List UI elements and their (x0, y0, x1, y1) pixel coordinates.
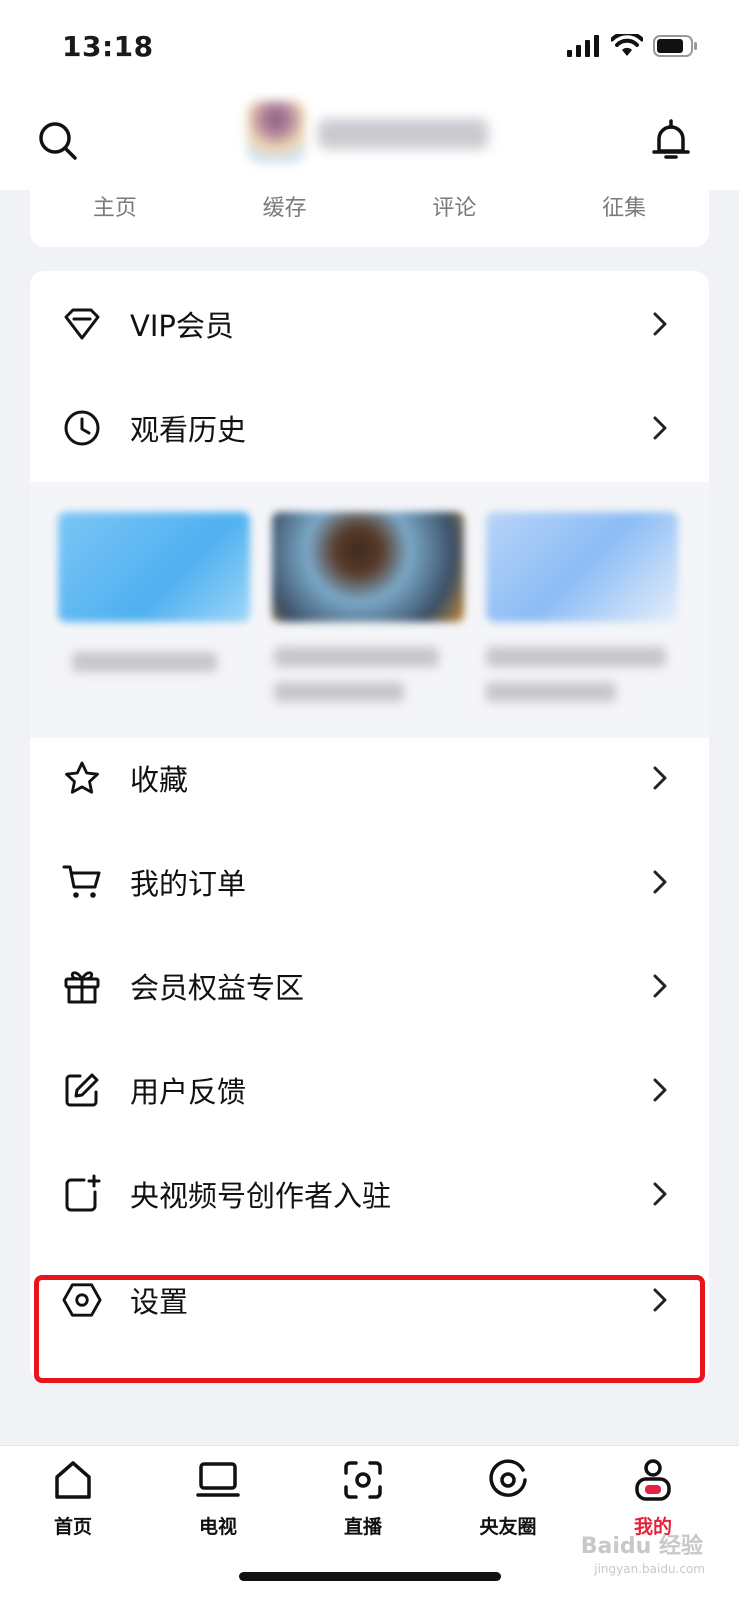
history-title-blurred (274, 647, 439, 667)
tv-icon (196, 1458, 240, 1502)
status-time: 13:18 (62, 30, 154, 63)
diamond-icon (62, 304, 102, 344)
edit-icon (62, 1070, 102, 1110)
chevron-right-icon (649, 1078, 671, 1102)
menu-label-history: 观看历史 (130, 413, 247, 447)
menu-label-feedback: 用户反馈 (130, 1075, 247, 1109)
history-title-blurred (486, 647, 666, 667)
live-icon (341, 1458, 385, 1502)
history-thumbnail[interactable] (486, 512, 678, 622)
battery-icon (653, 35, 697, 57)
chevron-right-icon (649, 1182, 671, 1206)
tab-label: 直播 (343, 1516, 382, 1538)
home-icon (51, 1458, 95, 1502)
circle-icon (486, 1458, 530, 1502)
profile-tab-comments[interactable]: 评论 (370, 190, 540, 222)
profile-tab-home[interactable]: 主页 (30, 190, 200, 222)
chevron-right-icon (649, 974, 671, 998)
watermark-url: jingyan.baidu.com (594, 1562, 705, 1576)
search-button[interactable] (32, 115, 84, 167)
cellular-signal-icon (567, 35, 599, 57)
tab-live[interactable]: 直播 (308, 1458, 418, 1548)
history-title-blurred (274, 682, 404, 702)
avatar[interactable] (247, 101, 305, 163)
menu-label-benefits: 会员权益专区 (130, 971, 305, 1005)
menu-label-creator: 央视频号创作者入驻 (130, 1179, 392, 1213)
home-indicator[interactable] (239, 1572, 501, 1581)
history-title-blurred (72, 652, 217, 672)
chevron-right-icon (649, 766, 671, 790)
tab-label: 央友圈 (479, 1516, 537, 1538)
tab-label: 首页 (53, 1516, 92, 1538)
username-blurred (318, 119, 488, 149)
wifi-icon (611, 34, 643, 56)
bell-icon (652, 119, 690, 159)
menu-label-favorites: 收藏 (130, 763, 189, 797)
add-square-icon (62, 1174, 102, 1214)
menu-item-creator[interactable]: 央视频号创作者入驻 (30, 1141, 709, 1247)
profile-stats-card: 主页 缓存 评论 征集 (30, 175, 709, 247)
search-icon (39, 122, 77, 160)
menu-card: VIP会员 观看历史 收藏 我的订单 会员权益专区 用户反馈 央视频号创作者入驻… (30, 271, 709, 1381)
menu-item-history[interactable]: 观看历史 (30, 375, 709, 481)
chevron-right-icon (649, 312, 671, 336)
watch-history-strip (30, 482, 709, 738)
status-bar: 13:18 (0, 0, 739, 95)
watermark: Baidu 经验 (580, 1534, 703, 1559)
star-icon (62, 758, 102, 798)
profile-tab-collect[interactable]: 征集 (539, 190, 709, 222)
notifications-button[interactable] (645, 115, 697, 167)
menu-item-vip[interactable]: VIP会员 (30, 271, 709, 377)
tab-home[interactable]: 首页 (18, 1458, 128, 1548)
cart-icon (62, 862, 102, 902)
menu-label-orders: 我的订单 (130, 867, 247, 901)
menu-item-benefits[interactable]: 会员权益专区 (30, 933, 709, 1039)
menu-item-orders[interactable]: 我的订单 (30, 829, 709, 935)
profile-tab-cache[interactable]: 缓存 (200, 190, 370, 222)
history-thumbnail[interactable] (272, 512, 464, 622)
tab-circle[interactable]: 央友圈 (453, 1458, 563, 1548)
settings-highlight-box (34, 1275, 705, 1383)
history-title-blurred (486, 682, 616, 702)
menu-item-favorites[interactable]: 收藏 (30, 725, 709, 831)
tab-tv[interactable]: 电视 (163, 1458, 273, 1548)
tab-label: 电视 (198, 1516, 237, 1538)
chevron-right-icon (649, 870, 671, 894)
status-icons (567, 34, 699, 58)
profile-icon (631, 1458, 675, 1502)
menu-item-feedback[interactable]: 用户反馈 (30, 1037, 709, 1143)
gift-icon (62, 966, 102, 1006)
history-thumbnail[interactable] (58, 512, 250, 622)
menu-label-vip: VIP会员 (130, 309, 234, 343)
clock-icon (62, 408, 102, 448)
chevron-right-icon (649, 416, 671, 440)
